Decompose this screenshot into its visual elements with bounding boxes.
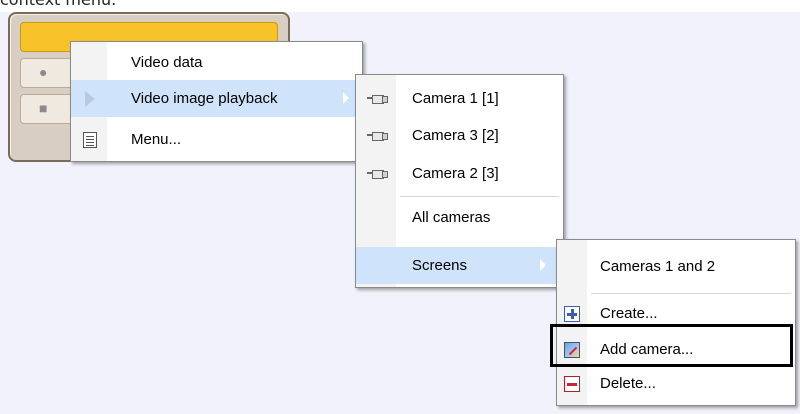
- menu-item-label: Camera 3 [2]: [412, 127, 499, 144]
- menu-item-camera-3[interactable]: Camera 3 [2]: [356, 117, 563, 154]
- menu-separator: [400, 196, 559, 197]
- camera-icon: ■: [39, 100, 48, 116]
- menu-item-label: All cameras: [412, 209, 491, 226]
- context-menu-screens: Cameras 1 and 2 Create... Add camera... …: [556, 239, 796, 406]
- menu-item-label: Screens: [412, 257, 468, 274]
- camera-icon: [364, 155, 390, 192]
- context-menu-main: Video data Video image playback Menu...: [70, 41, 363, 162]
- submenu-arrow-icon: [343, 92, 349, 104]
- microphone-icon: ●: [39, 64, 48, 80]
- menu-item-camera-2[interactable]: Camera 2 [3]: [356, 155, 563, 192]
- menu-item-menu[interactable]: Menu...: [71, 121, 362, 158]
- camera-icon: [364, 117, 390, 154]
- menu-item-label: Video image playback: [131, 90, 278, 107]
- menu-item-delete[interactable]: Delete...: [557, 365, 795, 402]
- menu-item-camera-1[interactable]: Camera 1 [1]: [356, 80, 563, 117]
- context-menu-cameras: Camera 1 [1] Camera 3 [2] Camera 2 [3] A…: [355, 74, 564, 288]
- submenu-arrow-icon: [540, 259, 546, 271]
- minus-icon: [562, 365, 582, 402]
- play-icon: [81, 80, 99, 117]
- menu-item-label: Delete...: [600, 375, 656, 392]
- camera-icon: [364, 80, 390, 117]
- highlight-box-add-camera: [550, 324, 793, 367]
- menu-item-screens[interactable]: Screens: [356, 247, 563, 284]
- menu-item-label: Camera 1 [1]: [412, 90, 499, 107]
- document-caption: context menu.: [0, 0, 116, 11]
- menu-item-cameras-1-and-2[interactable]: Cameras 1 and 2: [557, 248, 795, 285]
- menu-item-video-data[interactable]: Video data: [71, 44, 362, 81]
- menu-item-all-cameras[interactable]: All cameras: [356, 199, 563, 236]
- menu-item-label: Cameras 1 and 2: [600, 258, 716, 275]
- menu-item-label: Camera 2 [3]: [412, 165, 499, 182]
- menu-item-label: Menu...: [131, 131, 182, 148]
- menu-separator: [591, 293, 791, 294]
- menu-icon: [81, 121, 99, 158]
- menu-item-label: Video data: [131, 54, 203, 71]
- menu-item-video-image-playback[interactable]: Video image playback: [71, 80, 362, 117]
